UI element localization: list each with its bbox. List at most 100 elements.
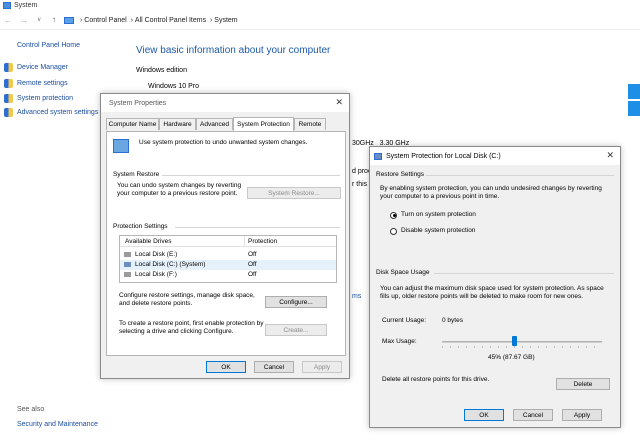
current-usage-label: Current Usage: bbox=[382, 317, 427, 324]
windows-drive-icon bbox=[124, 262, 131, 267]
breadcrumb-system[interactable]: System bbox=[214, 17, 237, 24]
cancel-button[interactable]: Cancel bbox=[513, 409, 553, 421]
divider bbox=[175, 227, 340, 228]
drive-protection: Off bbox=[248, 271, 257, 278]
control-panel-icon bbox=[64, 17, 74, 24]
breadcrumb-control-panel[interactable]: Control Panel bbox=[84, 17, 126, 24]
apply-button[interactable]: Apply bbox=[562, 409, 602, 421]
shield-icon bbox=[4, 79, 13, 88]
drive-name: Local Disk (E:) bbox=[135, 251, 178, 258]
forward-arrow-icon[interactable]: → bbox=[20, 16, 28, 25]
drive-icon bbox=[124, 272, 131, 277]
drive-protection: Off bbox=[248, 251, 257, 258]
delete-button[interactable]: Delete bbox=[556, 378, 610, 390]
sidebar-item-remote-settings[interactable]: Remote settings bbox=[4, 79, 68, 88]
table-row[interactable]: Local Disk (C:) (System) Off bbox=[120, 260, 336, 270]
system-properties-dialog: System Properties ✕ Computer Name Hardwa… bbox=[100, 93, 350, 379]
shield-icon bbox=[4, 63, 13, 72]
drives-list[interactable]: Available Drives Protection Local Disk (… bbox=[119, 235, 337, 283]
configure-description: Configure restore settings, manage disk … bbox=[119, 292, 255, 307]
history-chevron-icon[interactable]: ∨ bbox=[37, 16, 41, 23]
breadcrumb: › Control Panel › All Control Panel Item… bbox=[80, 17, 238, 24]
dialog-title: System Properties bbox=[109, 99, 167, 107]
max-usage-value: 45% (87.67 GB) bbox=[488, 354, 535, 361]
sidebar-item-label: Remote settings bbox=[17, 80, 68, 87]
disk-space-usage-label: Disk Space Usage bbox=[376, 269, 430, 276]
breadcrumb-all-items[interactable]: All Control Panel Items bbox=[135, 17, 206, 24]
sidebar-item-label: Advanced system settings bbox=[17, 109, 99, 116]
slider-ticks bbox=[442, 346, 602, 348]
turn-on-label: Turn on system protection bbox=[401, 211, 476, 218]
turn-on-protection-option[interactable]: Turn on system protection bbox=[390, 211, 476, 219]
address-bar: ← → ∨ ↑ › Control Panel › All Control Pa… bbox=[0, 12, 640, 30]
close-icon[interactable]: ✕ bbox=[335, 97, 343, 108]
drive-name: Local Disk (C:) (System) bbox=[135, 261, 206, 268]
configure-button[interactable]: Configure... bbox=[265, 296, 327, 308]
column-separator bbox=[244, 236, 245, 247]
drive-name: Local Disk (F:) bbox=[135, 271, 177, 278]
system-titlebar: System bbox=[0, 0, 640, 12]
windows-logo bbox=[628, 84, 640, 118]
tab-advanced[interactable]: Advanced bbox=[196, 118, 233, 130]
system-restore-label: System Restore bbox=[113, 171, 160, 178]
table-row[interactable]: Local Disk (F:) Off bbox=[120, 270, 336, 280]
create-button[interactable]: Create... bbox=[265, 324, 327, 336]
protection-dialog-icon bbox=[374, 152, 382, 160]
sidebar-item-system-protection[interactable]: System protection bbox=[4, 94, 73, 103]
system-restore-button[interactable]: System Restore... bbox=[247, 187, 341, 199]
delete-description: Delete all restore points for this drive… bbox=[382, 376, 490, 383]
system-window-icon bbox=[3, 2, 11, 9]
tab-hardware[interactable]: Hardware bbox=[159, 118, 196, 130]
divider bbox=[162, 175, 340, 176]
tab-remote[interactable]: Remote bbox=[294, 118, 326, 130]
restore-settings-description: By enabling system protection, you can u… bbox=[380, 185, 602, 200]
table-row[interactable]: Local Disk (E:) Off bbox=[120, 250, 336, 260]
system-properties-titlebar: System Properties ✕ bbox=[101, 94, 349, 112]
system-window-title: System bbox=[14, 2, 38, 9]
sidebar-item-advanced-settings[interactable]: Advanced system settings bbox=[4, 108, 98, 117]
security-maintenance-link[interactable]: Security and Maintenance bbox=[17, 421, 98, 428]
close-icon[interactable]: ✕ bbox=[606, 150, 614, 161]
sidebar-item-device-manager[interactable]: Device Manager bbox=[4, 63, 68, 72]
back-arrow-icon[interactable]: ← bbox=[4, 16, 12, 25]
protection-dialog-titlebar: System Protection for Local Disk (C:) ✕ bbox=[370, 147, 620, 165]
slider-thumb[interactable] bbox=[512, 336, 517, 346]
apply-button[interactable]: Apply bbox=[302, 361, 342, 373]
dialog-title: System Protection for Local Disk (C:) bbox=[386, 152, 501, 160]
max-usage-label: Max Usage: bbox=[382, 338, 417, 345]
column-available-drives[interactable]: Available Drives bbox=[125, 238, 171, 245]
drives-list-header: Available Drives Protection bbox=[120, 236, 336, 247]
computer-shield-icon bbox=[113, 139, 129, 153]
tab-computer-name[interactable]: Computer Name bbox=[106, 118, 159, 130]
intro-text: Use system protection to undo unwanted s… bbox=[139, 139, 308, 146]
up-arrow-icon[interactable]: ↑ bbox=[52, 15, 56, 24]
disk-space-description: You can adjust the maximum disk space us… bbox=[380, 285, 604, 300]
sidebar-item-label: System protection bbox=[17, 95, 74, 102]
control-panel-home-link[interactable]: Control Panel Home bbox=[17, 42, 80, 49]
sidebar-item-label: Device Manager bbox=[17, 64, 68, 71]
tab-strip: Computer Name Hardware Advanced System P… bbox=[106, 117, 346, 131]
cancel-button[interactable]: Cancel bbox=[254, 361, 294, 373]
create-description: To create a restore point, first enable … bbox=[119, 320, 264, 335]
ok-button[interactable]: OK bbox=[206, 361, 246, 373]
partial-display-text: r this bbox=[352, 181, 368, 188]
restore-description: You can undo system changes by reverting… bbox=[117, 182, 242, 197]
tab-panel: Use system protection to undo unwanted s… bbox=[106, 131, 346, 356]
divider bbox=[426, 175, 614, 176]
radio-unselected[interactable] bbox=[390, 227, 397, 235]
page-title: View basic information about your comput… bbox=[136, 45, 331, 56]
system-protection-dialog: System Protection for Local Disk (C:) ✕ … bbox=[369, 146, 621, 428]
ok-button[interactable]: OK bbox=[464, 409, 504, 421]
drive-icon bbox=[124, 252, 131, 257]
windows-edition-label: Windows edition bbox=[136, 67, 187, 74]
disable-label: Disable system protection bbox=[401, 227, 476, 234]
tab-system-protection[interactable]: System Protection bbox=[233, 117, 294, 131]
max-usage-slider[interactable] bbox=[442, 336, 602, 348]
windows-edition-value: Windows 10 Pro bbox=[148, 83, 199, 90]
divider bbox=[434, 273, 614, 274]
column-protection[interactable]: Protection bbox=[248, 238, 277, 245]
partial-link-text[interactable]: ms bbox=[352, 293, 361, 300]
radio-selected[interactable] bbox=[390, 211, 397, 219]
see-also-label: See also bbox=[17, 406, 45, 413]
disable-protection-option[interactable]: Disable system protection bbox=[390, 227, 475, 235]
